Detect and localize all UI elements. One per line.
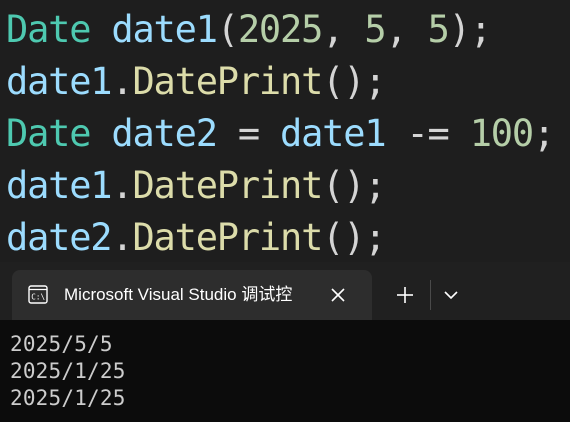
console-icon: C:\ bbox=[28, 285, 48, 304]
code-line: date1.DatePrint(); bbox=[6, 56, 387, 108]
new-tab-button[interactable] bbox=[390, 280, 420, 310]
code-token: date1 bbox=[6, 60, 113, 103]
code-token: -= bbox=[385, 112, 470, 155]
code-token: , bbox=[385, 8, 428, 51]
code-token: . bbox=[111, 60, 133, 103]
code-token: date1 bbox=[6, 164, 113, 207]
code-token: ( bbox=[216, 8, 239, 51]
code-token: date2 bbox=[111, 112, 218, 155]
code-token: . bbox=[111, 164, 133, 207]
code-token: ; bbox=[532, 112, 555, 155]
code-token: Date bbox=[6, 8, 92, 51]
code-token: 2025 bbox=[237, 8, 324, 51]
code-token: 100 bbox=[469, 112, 534, 155]
close-icon[interactable] bbox=[328, 285, 348, 305]
code-token: (); bbox=[322, 164, 386, 207]
code-token: , bbox=[322, 8, 365, 51]
code-token: date2 bbox=[6, 216, 113, 259]
code-token: (); bbox=[322, 60, 386, 103]
plus-icon bbox=[397, 287, 413, 303]
code-token: 5 bbox=[364, 8, 386, 51]
code-line: Date date2 = date1 -= 100; bbox=[6, 108, 555, 160]
code-line: Date date1(2025, 5, 5); bbox=[6, 4, 492, 56]
code-token: (); bbox=[322, 216, 386, 259]
code-line: date2.DatePrint(); bbox=[6, 212, 387, 262]
svg-text:C:\: C:\ bbox=[31, 293, 45, 302]
tab-bar-divider bbox=[430, 280, 431, 310]
tab-title: Microsoft Visual Studio 调试控 bbox=[64, 285, 293, 304]
code-token: DatePrint bbox=[132, 60, 323, 103]
code-token: ); bbox=[448, 8, 492, 51]
chevron-down-icon bbox=[444, 291, 458, 300]
terminal-tab[interactable]: C:\ Microsoft Visual Studio 调试控 bbox=[12, 270, 372, 320]
code-token: 5 bbox=[427, 8, 450, 51]
tab-dropdown-button[interactable] bbox=[436, 280, 466, 310]
code-token: Date bbox=[6, 112, 92, 155]
code-token: date1 bbox=[280, 112, 387, 155]
terminal-window: C:\ Microsoft Visual Studio 调试控 2025/5/5 bbox=[0, 262, 570, 422]
code-line: date1.DatePrint(); bbox=[6, 160, 387, 212]
output-line: 2025/1/25 bbox=[10, 359, 126, 383]
screen: Date date1(2025, 5, 5); date1.DatePrint(… bbox=[0, 0, 570, 422]
code-token: DatePrint bbox=[132, 164, 323, 207]
output-line: 2025/1/25 bbox=[10, 386, 126, 410]
code-token: . bbox=[111, 216, 133, 259]
code-token: date1 bbox=[111, 8, 218, 51]
code-editor[interactable]: Date date1(2025, 5, 5); date1.DatePrint(… bbox=[0, 0, 570, 262]
output-line: 2025/5/5 bbox=[10, 332, 113, 356]
code-token: = bbox=[216, 112, 281, 155]
code-token: DatePrint bbox=[132, 216, 323, 259]
tab-bar: C:\ Microsoft Visual Studio 调试控 bbox=[0, 262, 570, 320]
